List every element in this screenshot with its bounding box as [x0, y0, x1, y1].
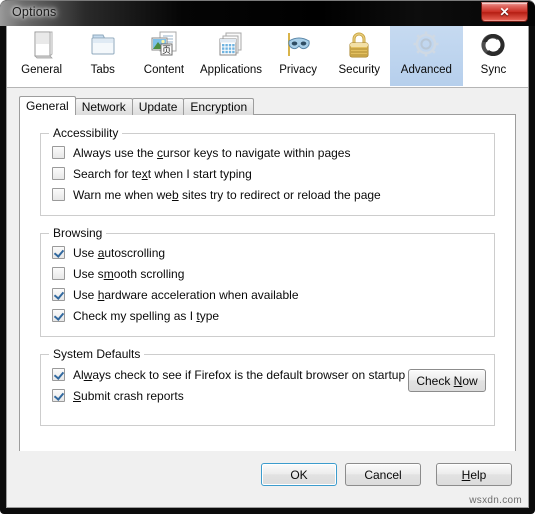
toolbar-item-tabs[interactable]: Tabs [72, 26, 133, 86]
tab-network[interactable]: Network [74, 98, 133, 115]
option-label: Use autoscrolling [73, 245, 166, 260]
privacy-mask-icon [281, 30, 315, 62]
svg-text:页: 页 [162, 45, 171, 56]
option-label: Search for text when I start typing [73, 166, 252, 181]
checkbox-smooth-scrolling[interactable] [52, 267, 65, 280]
help-button[interactable]: Help [436, 463, 512, 486]
toolbar-label: Security [338, 64, 381, 76]
folder-tabs-icon [86, 30, 120, 62]
title-bar: Options ✕ [0, 0, 535, 26]
checkbox-warn-redirect[interactable] [52, 188, 65, 201]
group-title-accessibility: Accessibility [49, 126, 123, 140]
option-label: Warn me when web sites try to redirect o… [73, 187, 381, 202]
checkbox-default-browser-check[interactable] [52, 368, 65, 381]
toolbar-item-privacy[interactable]: Privacy [268, 26, 329, 86]
toolbar-label: Content [143, 64, 185, 76]
toolbar-item-content[interactable]: 页 Content [133, 26, 194, 86]
option-label: Use smooth scrolling [73, 266, 185, 281]
toolbar-item-advanced[interactable]: Advanced [389, 26, 463, 86]
cancel-button[interactable]: Cancel [345, 463, 421, 486]
ok-label: OK [290, 467, 308, 482]
document-page-icon [25, 30, 59, 62]
option-label: Use hardware acceleration when available [73, 287, 299, 302]
window-title: Options [12, 5, 57, 19]
option-label: Check my spelling as I type [73, 308, 220, 323]
tab-update[interactable]: Update [131, 98, 185, 115]
toolbar-item-general[interactable]: General [11, 26, 72, 86]
checkbox-submit-crash-reports[interactable] [52, 389, 65, 402]
toolbar-item-security[interactable]: Security [329, 26, 390, 86]
group-title-system-defaults: System Defaults [49, 347, 145, 361]
checkbox-spell-check[interactable] [52, 309, 65, 322]
checkbox-hardware-acceleration[interactable] [52, 288, 65, 301]
checkbox-search-on-type[interactable] [52, 167, 65, 180]
option-row[interactable]: Always use the cursor keys to navigate w… [52, 142, 494, 163]
sync-arrows-icon [476, 30, 510, 62]
cancel-label: Cancel [364, 467, 402, 482]
close-icon: ✕ [499, 5, 510, 19]
dialog-footer: OK Cancel Help wsxdn.com [7, 451, 528, 507]
ok-button[interactable]: OK [261, 463, 337, 486]
toolbar-item-applications[interactable]: Applications [195, 26, 268, 86]
tab-general[interactable]: General [19, 96, 76, 115]
tab-panel-general: Accessibility Always use the cursor keys… [19, 114, 516, 462]
option-row[interactable]: Use hardware acceleration when available [52, 284, 494, 305]
toolbar-item-sync[interactable]: Sync [463, 26, 524, 86]
applications-icon [214, 30, 248, 62]
client-area: General Tabs 页 Content Applications Priv… [6, 26, 529, 508]
category-toolbar: General Tabs 页 Content Applications Priv… [7, 26, 528, 88]
help-label: Help [461, 467, 487, 482]
option-label: Always use the cursor keys to navigate w… [73, 145, 351, 160]
toolbar-label: General [21, 64, 63, 76]
watermark: wsxdn.com [469, 495, 522, 506]
toolbar-label: Sync [480, 64, 507, 76]
option-row[interactable]: Search for text when I start typing [52, 163, 494, 184]
toolbar-label: Privacy [279, 64, 317, 76]
option-row[interactable]: Check my spelling as I type [52, 305, 494, 326]
option-row[interactable]: Use autoscrolling [52, 242, 494, 263]
option-row[interactable]: Use smooth scrolling [52, 263, 494, 284]
tab-encryption[interactable]: Encryption [183, 98, 255, 115]
check-now-label: Check Now [416, 373, 478, 388]
option-label: Submit crash reports [73, 388, 184, 403]
checkbox-autoscrolling[interactable] [52, 246, 65, 259]
option-label: Always check to see if Firefox is the de… [73, 367, 406, 382]
option-row[interactable]: Warn me when web sites try to redirect o… [52, 184, 494, 205]
content-image-icon: 页 [147, 30, 181, 62]
checkbox-cursor-keys[interactable] [52, 146, 65, 159]
toolbar-label: Tabs [90, 64, 115, 76]
group-title-browsing: Browsing [49, 226, 107, 240]
toolbar-label: Applications [200, 64, 263, 76]
check-now-button[interactable]: Check Now [408, 369, 486, 392]
group-system-defaults: System Defaults Always check to see if F… [40, 347, 495, 426]
security-padlock-icon [342, 30, 376, 62]
group-accessibility: Accessibility Always use the cursor keys… [40, 126, 495, 216]
toolbar-label: Advanced [400, 64, 452, 76]
options-window: Options ✕ General Tabs 页 Content Applica… [0, 0, 535, 514]
advanced-gear-icon [409, 30, 443, 62]
group-browsing: Browsing Use autoscrolling Use smooth sc… [40, 226, 495, 337]
close-button[interactable]: ✕ [481, 2, 528, 22]
sub-tab-strip: General Network Update Encryption [19, 96, 528, 115]
